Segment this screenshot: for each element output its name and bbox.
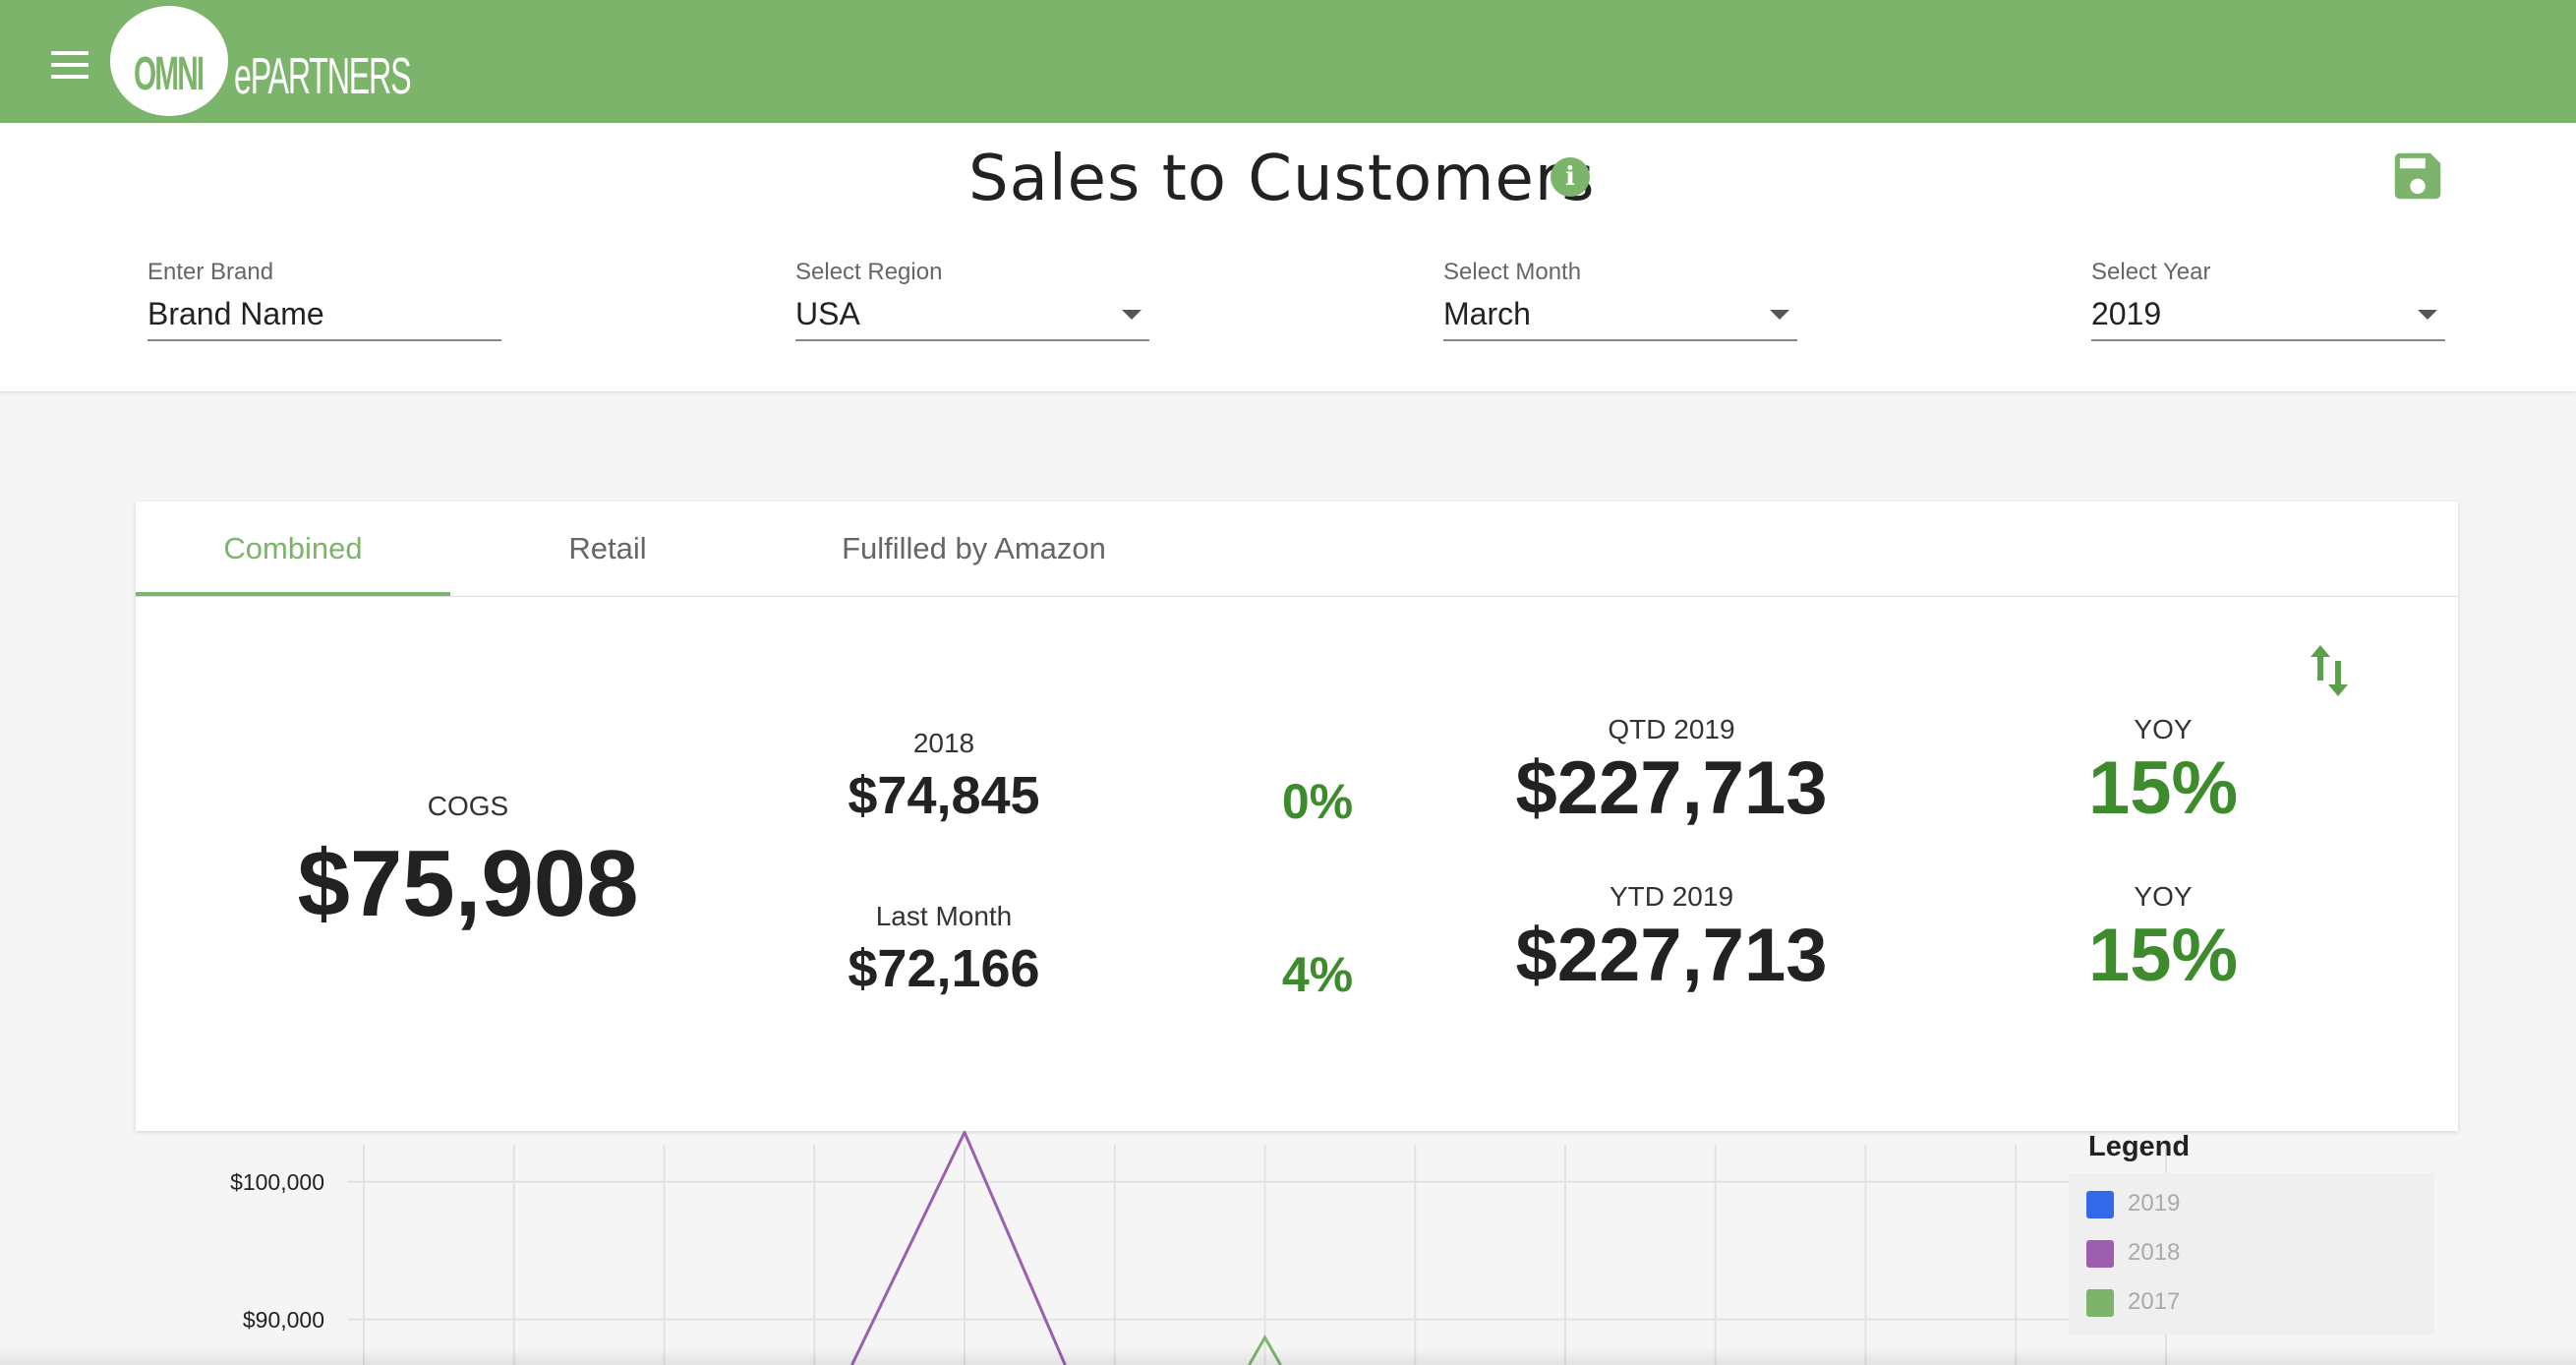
bottom-shadow — [0, 1347, 2576, 1365]
hamburger-menu-icon[interactable] — [51, 51, 88, 79]
month-selected-text: March — [1443, 296, 1531, 331]
ytd-yoy-label: YOY — [2134, 881, 2193, 912]
y-tick-label: $90,000 — [243, 1307, 324, 1333]
prev-year-metric: 2018 $74,845 — [796, 728, 1091, 826]
cogs-value: $75,908 — [297, 831, 639, 936]
region-select-value[interactable]: USA — [795, 296, 1149, 341]
qtd-yoy-label: YOY — [2134, 714, 2193, 744]
page-title: Sales to Customers — [968, 143, 1596, 215]
prev-year-label: 2018 — [912, 728, 975, 758]
region-selected-text: USA — [795, 296, 860, 331]
region-select-label: Select Region — [795, 259, 943, 285]
month-select-value[interactable]: March — [1443, 296, 1797, 341]
qtd-yoy-value: 15% — [2087, 746, 2239, 830]
brand-field[interactable]: Enter Brand Brand Name — [147, 259, 501, 341]
last-month-value: $72,166 — [848, 939, 1040, 998]
qtd-label: QTD 2019 — [1608, 714, 1735, 744]
legend-item-2018[interactable]: 2018 — [2086, 1236, 2180, 1270]
ytd-value: $227,713 — [1515, 914, 1828, 997]
last-month-change-pct: 4% — [1281, 947, 1354, 1002]
legend-swatch-2017 — [2086, 1288, 2114, 1317]
legend-label-2019: 2019 — [2128, 1190, 2181, 1217]
channel-tabs: Combined Retail Fulfilled by Amazon — [136, 502, 2458, 597]
ytd-yoy-metric: YOY 15% — [2016, 881, 2311, 998]
logo-partners-text: ePARTNERS — [234, 48, 412, 105]
prev-year-change-pct: 0% — [1281, 774, 1354, 829]
legend-title: Legend — [2088, 1131, 2191, 1162]
last-month-label: Last Month — [875, 901, 1013, 931]
tab-combined[interactable]: Combined — [136, 502, 450, 596]
legend-item-2017[interactable]: 2017 — [2086, 1285, 2180, 1319]
qtd-metric: QTD 2019 $227,713 — [1475, 714, 1868, 831]
chevron-down-icon[interactable] — [1770, 310, 1789, 320]
legend-swatch-2018 — [2086, 1239, 2114, 1268]
ytd-label: YTD 2019 — [1609, 881, 1734, 912]
brand-input[interactable]: Brand Name — [147, 296, 501, 341]
sales-summary-card: Combined Retail Fulfilled by Amazon COGS… — [136, 502, 2458, 1131]
legend-item-2019[interactable]: 2019 — [2086, 1187, 2180, 1220]
tab-fulfilled-by-amazon[interactable]: Fulfilled by Amazon — [765, 502, 1183, 596]
top-app-bar: OMNI ePARTNERS — [0, 0, 2576, 123]
prev-year-value: $74,845 — [848, 766, 1040, 825]
legend-swatch-2019 — [2086, 1190, 2114, 1218]
swap-vertical-icon[interactable] — [2307, 641, 2352, 700]
year-select-value[interactable]: 2019 — [2091, 296, 2445, 341]
legend-label-2018: 2018 — [2128, 1239, 2181, 1266]
ytd-metric: YTD 2019 $227,713 — [1475, 881, 1868, 998]
month-select-label: Select Month — [1443, 259, 1582, 285]
logo-omni-text: OMNI — [134, 48, 205, 100]
region-select[interactable]: Select Region USA — [795, 259, 1149, 341]
cogs-metric: COGS $75,908 — [271, 791, 665, 938]
legend-label-2017: 2017 — [2128, 1288, 2181, 1315]
chevron-down-icon[interactable] — [2418, 310, 2437, 320]
chart-legend: 2019 2018 2017 — [2069, 1173, 2434, 1335]
qtd-yoy-metric: YOY 15% — [2016, 714, 2311, 831]
year-select[interactable]: Select Year 2019 — [2091, 259, 2445, 341]
brand-field-label: Enter Brand — [147, 259, 274, 285]
chevron-down-icon[interactable] — [1122, 310, 1142, 320]
tab-retail[interactable]: Retail — [450, 502, 765, 596]
info-icon[interactable]: i — [1551, 157, 1590, 197]
year-selected-text: 2019 — [2091, 296, 2162, 331]
year-select-label: Select Year — [2091, 259, 2211, 285]
qtd-value: $227,713 — [1515, 746, 1828, 830]
cogs-label: COGS — [427, 791, 509, 821]
series-line-2018 — [850, 1131, 1067, 1365]
ytd-yoy-value: 15% — [2087, 914, 2239, 997]
sales-line-chart: $100,000 $90,000 — [230, 1131, 2167, 1365]
month-select[interactable]: Select Month March — [1443, 259, 1797, 341]
y-tick-label: $100,000 — [230, 1169, 324, 1195]
last-month-metric: Last Month $72,166 — [796, 901, 1091, 999]
floppy-disk-icon[interactable] — [2387, 146, 2448, 207]
